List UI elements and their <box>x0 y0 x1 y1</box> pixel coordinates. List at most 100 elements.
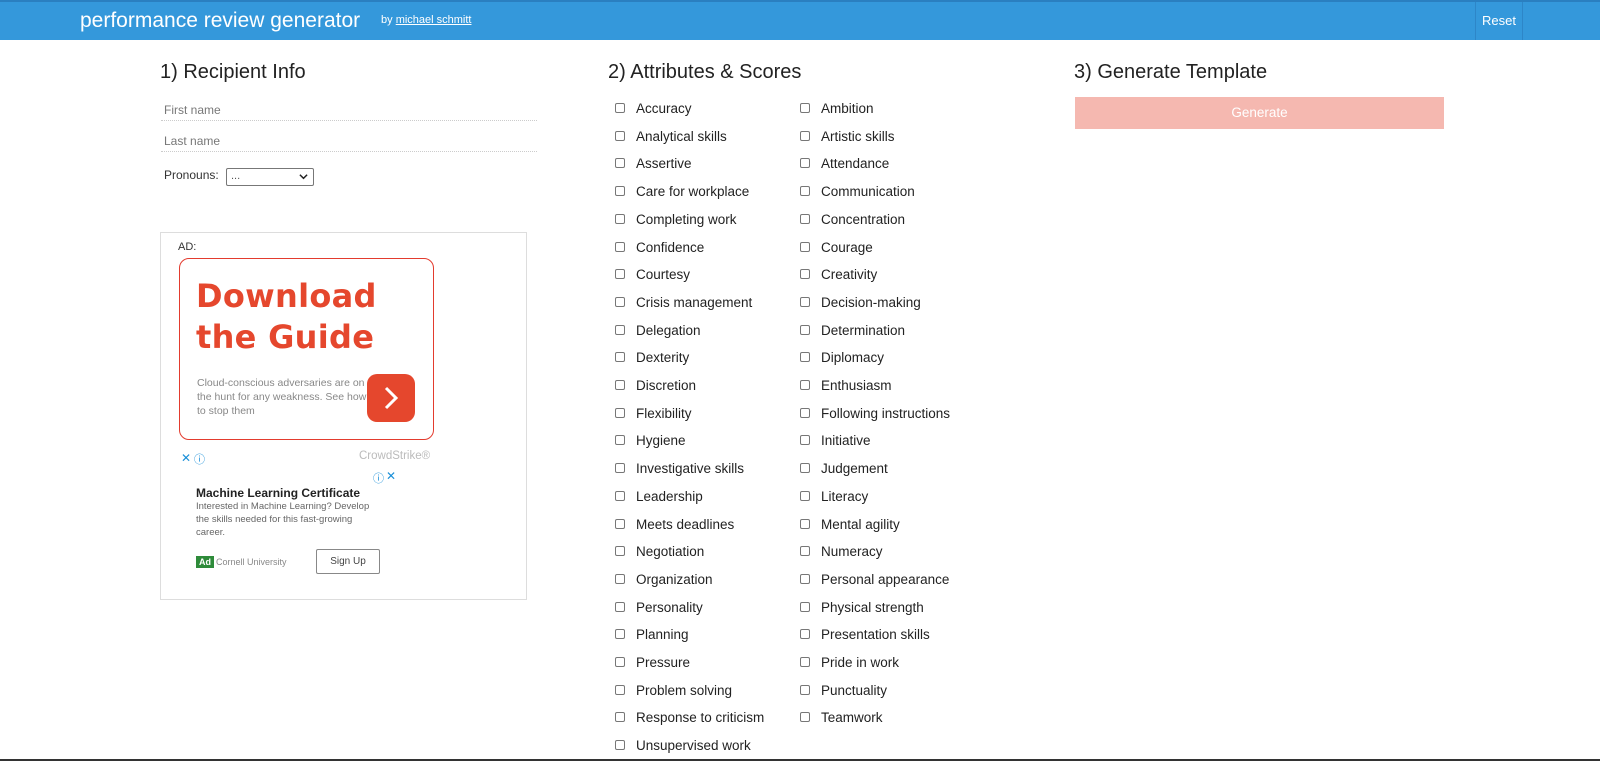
reset-button[interactable]: Reset <box>1475 2 1523 40</box>
attribute-checkbox[interactable] <box>615 519 625 529</box>
attribute-item[interactable]: Pride in work <box>800 652 899 672</box>
attribute-item[interactable]: Concentration <box>800 209 905 229</box>
attribute-item[interactable]: Determination <box>800 320 905 340</box>
attribute-checkbox[interactable] <box>615 352 625 362</box>
attribute-item[interactable]: Flexibility <box>615 403 692 423</box>
attribute-item[interactable]: Decision-making <box>800 292 921 312</box>
attribute-item[interactable]: Completing work <box>615 209 737 229</box>
attribute-checkbox[interactable] <box>800 629 810 639</box>
attribute-item[interactable]: Ambition <box>800 98 874 118</box>
attribute-checkbox[interactable] <box>615 629 625 639</box>
sign-up-button[interactable]: Sign Up <box>316 549 380 574</box>
attribute-checkbox[interactable] <box>615 740 625 750</box>
author-link[interactable]: michael schmitt <box>396 14 472 26</box>
attribute-checkbox[interactable] <box>800 712 810 722</box>
attribute-item[interactable]: Mental agility <box>800 514 900 534</box>
first-name-field[interactable] <box>161 95 537 121</box>
attribute-checkbox[interactable] <box>615 269 625 279</box>
attribute-item[interactable]: Accuracy <box>615 98 692 118</box>
attribute-checkbox[interactable] <box>800 685 810 695</box>
attribute-item[interactable]: Investigative skills <box>615 458 744 478</box>
attribute-item[interactable]: Leadership <box>615 486 703 506</box>
attribute-checkbox[interactable] <box>800 158 810 168</box>
attribute-checkbox[interactable] <box>800 463 810 473</box>
attribute-checkbox[interactable] <box>800 546 810 556</box>
attribute-checkbox[interactable] <box>800 435 810 445</box>
attribute-item[interactable]: Meets deadlines <box>615 514 734 534</box>
ad-close-icon[interactable]: ✕ <box>181 451 191 465</box>
ad-headline[interactable]: Download the Guide <box>196 276 377 358</box>
attribute-item[interactable]: Crisis management <box>615 292 752 312</box>
app-title[interactable]: performance review generator <box>80 9 360 33</box>
attribute-item[interactable]: Pressure <box>615 652 690 672</box>
attribute-item[interactable]: Care for workplace <box>615 181 749 201</box>
pronouns-select[interactable]: ... <box>226 168 314 186</box>
attribute-checkbox[interactable] <box>800 103 810 113</box>
attribute-checkbox[interactable] <box>800 242 810 252</box>
attribute-checkbox[interactable] <box>800 519 810 529</box>
attribute-item[interactable]: Presentation skills <box>800 624 930 644</box>
attribute-checkbox[interactable] <box>615 103 625 113</box>
attribute-checkbox[interactable] <box>800 131 810 141</box>
attribute-item[interactable]: Artistic skills <box>800 126 895 146</box>
attribute-checkbox[interactable] <box>615 408 625 418</box>
attribute-checkbox[interactable] <box>800 380 810 390</box>
attribute-item[interactable]: Enthusiasm <box>800 375 892 395</box>
attribute-checkbox[interactable] <box>615 297 625 307</box>
attribute-checkbox[interactable] <box>615 685 625 695</box>
attribute-checkbox[interactable] <box>615 186 625 196</box>
attribute-item[interactable]: Dexterity <box>615 347 689 367</box>
attribute-checkbox[interactable] <box>800 352 810 362</box>
attribute-item[interactable]: Punctuality <box>800 680 887 700</box>
attribute-checkbox[interactable] <box>615 574 625 584</box>
attribute-checkbox[interactable] <box>615 546 625 556</box>
attribute-item[interactable]: Teamwork <box>800 707 883 727</box>
attribute-checkbox[interactable] <box>615 325 625 335</box>
ad2-close-icon[interactable]: ✕ <box>386 469 396 483</box>
attribute-item[interactable]: Courage <box>800 237 873 257</box>
attribute-checkbox[interactable] <box>615 657 625 667</box>
attribute-item[interactable]: Hygiene <box>615 430 686 450</box>
attribute-item[interactable]: Delegation <box>615 320 701 340</box>
attribute-item[interactable]: Unsupervised work <box>615 735 751 755</box>
attribute-item[interactable]: Negotiation <box>615 541 704 561</box>
attribute-item[interactable]: Analytical skills <box>615 126 727 146</box>
ad-arrow-button[interactable] <box>367 374 415 422</box>
attribute-checkbox[interactable] <box>800 602 810 612</box>
attribute-item[interactable]: Communication <box>800 181 915 201</box>
attribute-checkbox[interactable] <box>800 657 810 667</box>
attribute-item[interactable]: Judgement <box>800 458 888 478</box>
attribute-checkbox[interactable] <box>615 491 625 501</box>
attribute-item[interactable]: Diplomacy <box>800 347 884 367</box>
attribute-checkbox[interactable] <box>615 712 625 722</box>
attribute-checkbox[interactable] <box>800 574 810 584</box>
attribute-checkbox[interactable] <box>615 380 625 390</box>
attribute-checkbox[interactable] <box>800 325 810 335</box>
attribute-item[interactable]: Planning <box>615 624 689 644</box>
attribute-item[interactable]: Organization <box>615 569 713 589</box>
attribute-checkbox[interactable] <box>615 214 625 224</box>
attribute-item[interactable]: Creativity <box>800 264 877 284</box>
attribute-item[interactable]: Numeracy <box>800 541 883 561</box>
attribute-item[interactable]: Discretion <box>615 375 696 395</box>
attribute-item[interactable]: Physical strength <box>800 597 924 617</box>
generate-button[interactable]: Generate <box>1075 97 1444 129</box>
attribute-item[interactable]: Confidence <box>615 237 704 257</box>
attribute-item[interactable]: Response to criticism <box>615 707 764 727</box>
attribute-checkbox[interactable] <box>615 435 625 445</box>
ad2-title[interactable]: Machine Learning Certificate <box>196 486 360 500</box>
attribute-item[interactable]: Courtesy <box>615 264 690 284</box>
attribute-checkbox[interactable] <box>800 214 810 224</box>
attribute-checkbox[interactable] <box>800 186 810 196</box>
attribute-checkbox[interactable] <box>800 297 810 307</box>
attribute-checkbox[interactable] <box>615 602 625 612</box>
attribute-checkbox[interactable] <box>615 242 625 252</box>
attribute-item[interactable]: Personal appearance <box>800 569 949 589</box>
attribute-checkbox[interactable] <box>800 491 810 501</box>
attribute-item[interactable]: Personality <box>615 597 703 617</box>
attribute-checkbox[interactable] <box>615 131 625 141</box>
attribute-checkbox[interactable] <box>800 269 810 279</box>
attribute-item[interactable]: Literacy <box>800 486 868 506</box>
attribute-item[interactable]: Attendance <box>800 153 889 173</box>
ad2-info-icon[interactable]: ⓘ <box>373 470 384 486</box>
